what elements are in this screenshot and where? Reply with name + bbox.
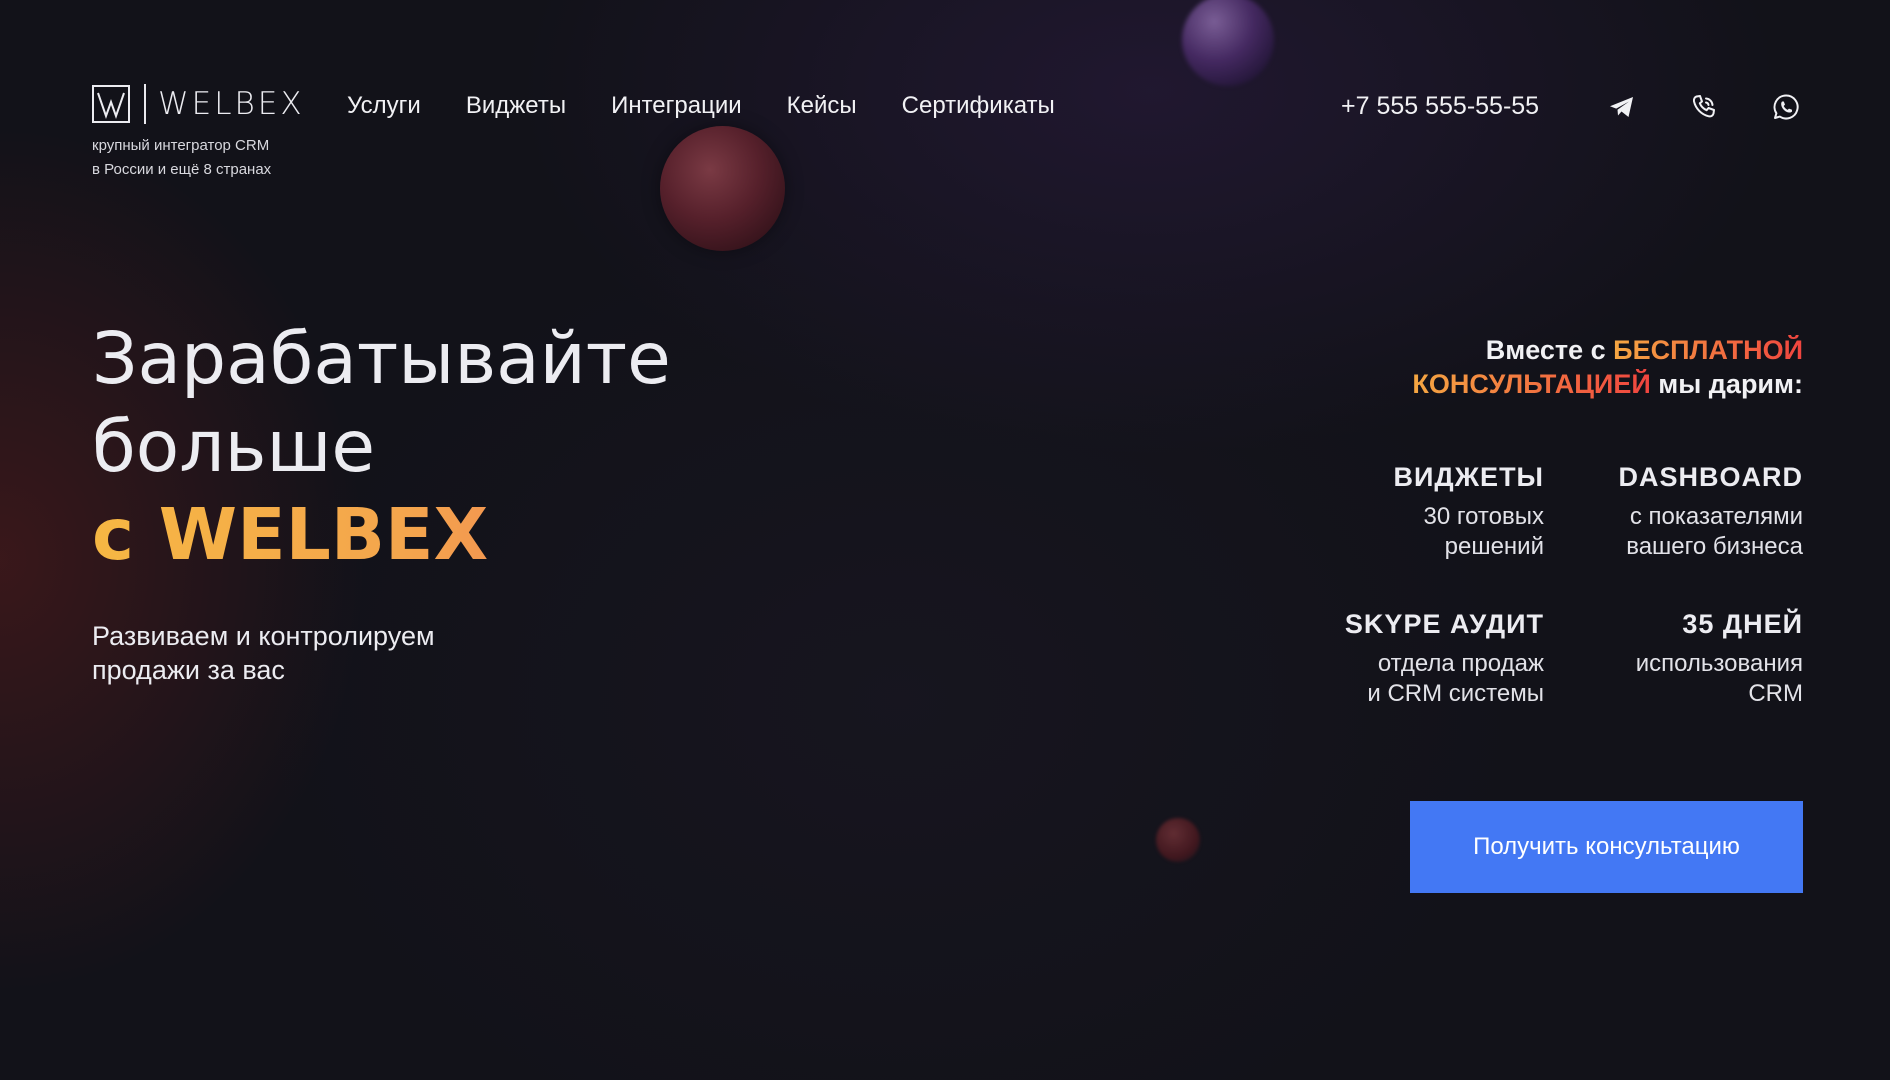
nav-item-widgets[interactable]: Виджеты — [466, 90, 566, 122]
logo-mark-icon — [92, 85, 130, 123]
feature-title: ВИДЖЕТЫ — [1393, 462, 1544, 492]
feature-desc-line-2: вашего бизнеса — [1626, 533, 1803, 560]
nav-item-services[interactable]: Услуги — [347, 90, 421, 122]
feature-description: отдела продаж и CRM системы — [1345, 649, 1544, 709]
hero-line-1: Зарабатывайте — [92, 317, 671, 400]
offer-free-highlight: БЕСПЛАТНОЙ — [1613, 335, 1803, 365]
feature-skype-audit: SKYPE АУДИТ отдела продаж и CRM системы — [1345, 607, 1544, 709]
feature-35-days: 35 ДНЕЙ использования CRM — [1636, 607, 1803, 709]
feature-title: SKYPE АУДИТ — [1344, 609, 1544, 639]
offer-heading-line-2: КОНСУЛЬТАЦИЕЙ мы дарим: — [1412, 367, 1803, 401]
hero-subtitle-line-2: продажи за вас — [92, 655, 285, 685]
tagline-line-2: в России и ещё 8 странах — [92, 161, 272, 178]
feature-desc-line-1: использования — [1635, 650, 1803, 677]
get-consultation-button[interactable]: Получить консультацию — [1410, 801, 1803, 893]
hero-heading: Зарабатывайте больше с WELBEX — [92, 315, 671, 579]
nav-item-integrations[interactable]: Интеграции — [611, 90, 742, 122]
phone-number-link[interactable]: +7 555 555-55-55 — [1341, 90, 1539, 122]
phone-call-icon[interactable] — [1689, 92, 1719, 122]
feature-desc-line-1: 30 готовых — [1423, 503, 1544, 530]
offer-heading-line-1: Вместе с БЕСПЛАТНОЙ — [1412, 333, 1803, 367]
feature-title: DASHBOARD — [1618, 462, 1803, 492]
feature-dashboard: DASHBOARD с показателями вашего бизнеса — [1619, 460, 1804, 562]
feature-desc-line-1: с показателями — [1629, 503, 1803, 530]
offer-heading: Вместе с БЕСПЛАТНОЙ КОНСУЛЬТАЦИЕЙ мы дар… — [1412, 333, 1803, 401]
decorative-sphere-small — [1156, 818, 1200, 862]
feature-desc-line-2: решений — [1444, 533, 1544, 560]
logo[interactable]: WELBEX крупный интегратор CRM в России и… — [92, 84, 305, 182]
nav-item-certificates[interactable]: Сертификаты — [902, 90, 1055, 122]
hero-subtitle: Развиваем и контролируем продажи за вас — [92, 619, 435, 687]
feature-description: 30 готовых решений — [1394, 502, 1544, 562]
main-nav: Услуги Виджеты Интеграции Кейсы Сертифик… — [347, 90, 1100, 122]
offer-consult-highlight: КОНСУЛЬТАЦИЕЙ — [1412, 369, 1651, 399]
decorative-sphere-purple — [1182, 0, 1274, 86]
offer-intro: Вместе с — [1485, 335, 1614, 365]
whatsapp-icon[interactable] — [1771, 92, 1801, 122]
offer-outro: мы дарим: — [1650, 369, 1803, 399]
feature-desc-line-1: отдела продаж — [1377, 650, 1544, 677]
logo-divider — [144, 84, 146, 124]
feature-title: 35 ДНЕЙ — [1682, 609, 1803, 639]
feature-desc-line-2: CRM — [1748, 680, 1803, 707]
nav-item-cases[interactable]: Кейсы — [787, 90, 857, 122]
tagline-line-1: крупный интегратор CRM — [92, 137, 270, 154]
feature-widgets: ВИДЖЕТЫ 30 готовых решений — [1394, 460, 1544, 562]
logo-wordmark: WELBEX — [158, 86, 305, 122]
hero-subtitle-line-1: Развиваем и контролируем — [92, 621, 435, 651]
hero-line-2: больше — [92, 405, 376, 488]
feature-desc-line-2: и CRM системы — [1367, 680, 1544, 707]
hero-brand-line: с WELBEX — [92, 491, 671, 579]
logo-tagline: крупный интегратор CRM в России и ещё 8 … — [92, 134, 305, 182]
feature-description: использования CRM — [1636, 649, 1803, 709]
decorative-sphere-red — [660, 126, 785, 251]
telegram-icon[interactable] — [1607, 92, 1637, 122]
feature-description: с показателями вашего бизнеса — [1619, 502, 1803, 562]
landing-page: WELBEX крупный интегратор CRM в России и… — [0, 0, 1890, 1080]
